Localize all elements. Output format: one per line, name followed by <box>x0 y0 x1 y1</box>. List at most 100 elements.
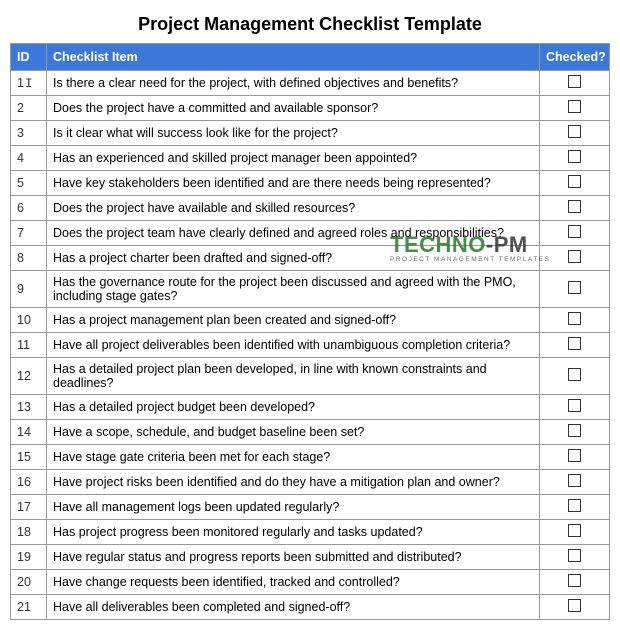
row-item: Has a detailed project plan been develop… <box>47 358 540 395</box>
row-checked-cell <box>540 308 610 333</box>
row-item: Have regular status and progress reports… <box>47 545 540 570</box>
table-row: 13Has a detailed project budget been dev… <box>11 395 610 420</box>
row-id: 4 <box>11 146 47 171</box>
row-checked-cell <box>540 570 610 595</box>
row-item: Has a project charter been drafted and s… <box>47 246 540 271</box>
table-header-row: ID Checklist Item Checked? <box>11 44 610 71</box>
row-id: 7 <box>11 221 47 246</box>
row-id: 21 <box>11 595 47 620</box>
row-id: 12 <box>11 358 47 395</box>
table-row: 17Have all management logs been updated … <box>11 495 610 520</box>
checkbox[interactable] <box>568 175 581 188</box>
row-id: 13 <box>11 395 47 420</box>
row-item: Have a scope, schedule, and budget basel… <box>47 420 540 445</box>
row-item: Has a project management plan been creat… <box>47 308 540 333</box>
row-checked-cell <box>540 358 610 395</box>
table-row: 11Have all project deliverables been ide… <box>11 333 610 358</box>
row-checked-cell <box>540 445 610 470</box>
checkbox[interactable] <box>568 449 581 462</box>
checkbox[interactable] <box>568 524 581 537</box>
table-row: 6Does the project have available and ski… <box>11 196 610 221</box>
row-id: 14 <box>11 420 47 445</box>
table-row: 8Has a project charter been drafted and … <box>11 246 610 271</box>
checkbox[interactable] <box>568 200 581 213</box>
checkbox[interactable] <box>568 474 581 487</box>
checkbox[interactable] <box>568 75 581 88</box>
checkbox[interactable] <box>568 368 581 381</box>
row-checked-cell <box>540 395 610 420</box>
table-row: 1IIs there a clear need for the project,… <box>11 71 610 96</box>
checkbox[interactable] <box>568 100 581 113</box>
row-checked-cell <box>540 333 610 358</box>
row-item: Does the project have available and skil… <box>47 196 540 221</box>
row-id: 17 <box>11 495 47 520</box>
row-id: 3 <box>11 121 47 146</box>
table-row: 16Have project risks been identified and… <box>11 470 610 495</box>
checkbox[interactable] <box>568 599 581 612</box>
row-checked-cell <box>540 96 610 121</box>
row-id: 19 <box>11 545 47 570</box>
table-row: 9Has the governance route for the projec… <box>11 271 610 308</box>
checkbox[interactable] <box>568 150 581 163</box>
table-row: 2Does the project have a committed and a… <box>11 96 610 121</box>
table-body: 1IIs there a clear need for the project,… <box>11 71 610 620</box>
row-id: 18 <box>11 520 47 545</box>
row-item: Is it clear what will success look like … <box>47 121 540 146</box>
table-row: 20Have change requests been identified, … <box>11 570 610 595</box>
table-row: 10Has a project management plan been cre… <box>11 308 610 333</box>
row-checked-cell <box>540 595 610 620</box>
row-checked-cell <box>540 545 610 570</box>
checklist-table: ID Checklist Item Checked? 1IIs there a … <box>10 43 610 620</box>
table-row: 12Has a detailed project plan been devel… <box>11 358 610 395</box>
row-item: Has the governance route for the project… <box>47 271 540 308</box>
table-row: 21Have all deliverables been completed a… <box>11 595 610 620</box>
table-row: 15Have stage gate criteria been met for … <box>11 445 610 470</box>
row-id: 6 <box>11 196 47 221</box>
row-checked-cell <box>540 495 610 520</box>
row-item: Have all management logs been updated re… <box>47 495 540 520</box>
row-checked-cell <box>540 121 610 146</box>
table-row: 3Is it clear what will success look like… <box>11 121 610 146</box>
row-id: 1I <box>11 71 47 96</box>
row-item: Does the project have a committed and av… <box>47 96 540 121</box>
header-item: Checklist Item <box>47 44 540 71</box>
table-row: 19Have regular status and progress repor… <box>11 545 610 570</box>
row-item: Has a detailed project budget been devel… <box>47 395 540 420</box>
row-checked-cell <box>540 71 610 96</box>
table-row: 18Has project progress been monitored re… <box>11 520 610 545</box>
row-checked-cell <box>540 146 610 171</box>
checkbox[interactable] <box>568 424 581 437</box>
checkbox[interactable] <box>568 574 581 587</box>
row-id: 5 <box>11 171 47 196</box>
checkbox[interactable] <box>568 250 581 263</box>
row-checked-cell <box>540 420 610 445</box>
checkbox[interactable] <box>568 281 581 294</box>
row-item: Is there a clear need for the project, w… <box>47 71 540 96</box>
row-item: Has an experienced and skilled project m… <box>47 146 540 171</box>
checkbox[interactable] <box>568 125 581 138</box>
table-row: 5Have key stakeholders been identified a… <box>11 171 610 196</box>
checkbox[interactable] <box>568 499 581 512</box>
row-item: Have change requests been identified, tr… <box>47 570 540 595</box>
row-item: Does the project team have clearly defin… <box>47 221 540 246</box>
row-checked-cell <box>540 520 610 545</box>
row-checked-cell <box>540 470 610 495</box>
row-item: Have all project deliverables been ident… <box>47 333 540 358</box>
table-row: 4Has an experienced and skilled project … <box>11 146 610 171</box>
page-title: Project Management Checklist Template <box>10 14 610 35</box>
row-id: 10 <box>11 308 47 333</box>
checkbox[interactable] <box>568 549 581 562</box>
row-id: 11 <box>11 333 47 358</box>
table-row: 7Does the project team have clearly defi… <box>11 221 610 246</box>
row-item: Has project progress been monitored regu… <box>47 520 540 545</box>
checkbox[interactable] <box>568 312 581 325</box>
checkbox[interactable] <box>568 399 581 412</box>
document-container: Project Management Checklist Template TE… <box>10 14 610 620</box>
checkbox[interactable] <box>568 225 581 238</box>
checkbox[interactable] <box>568 337 581 350</box>
row-item: Have key stakeholders been identified an… <box>47 171 540 196</box>
row-checked-cell <box>540 171 610 196</box>
row-item: Have all deliverables been completed and… <box>47 595 540 620</box>
row-id: 2 <box>11 96 47 121</box>
row-item: Have stage gate criteria been met for ea… <box>47 445 540 470</box>
